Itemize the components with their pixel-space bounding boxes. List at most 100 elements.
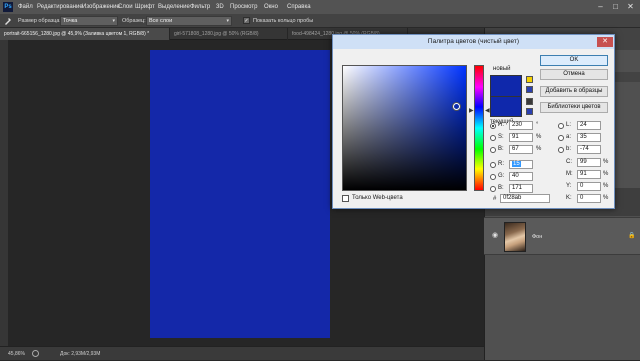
menu-3d[interactable]: 3D [216,0,224,14]
status-bar: 45,86% Док: 2,93М/2,93М [0,346,484,360]
menu-file[interactable]: Файл [18,0,33,14]
a-label: a: [566,134,572,140]
m-unit: % [603,171,609,177]
b-unit: % [536,146,542,152]
hue-slider-left-arrow-icon[interactable]: ▶ [469,108,474,114]
layer-thumbnail [504,222,526,252]
menu-image[interactable]: Изображение [82,0,120,14]
l-label: L: [566,122,572,128]
menu-view[interactable]: Просмотр [230,0,257,14]
menu-help[interactable]: Справка [287,0,311,14]
add-to-swatches-button[interactable]: Добавить в образцы [540,86,608,97]
sample-select[interactable]: Все слои [146,16,232,26]
hue-slider[interactable] [474,65,484,191]
k-field[interactable]: 0 [577,194,601,203]
h-label: H: [498,122,504,128]
k-unit: % [603,195,609,201]
document-canvas[interactable] [150,50,330,338]
b-rgb-field[interactable]: 171 [509,184,533,193]
menu-type[interactable]: Шрифт [135,0,155,14]
tab-portrait[interactable]: portrait-665156_1280.jpg @ 45,9% (Заливк… [0,28,170,40]
show-ring-label: Показать кольцо пробы [253,18,314,24]
maximize-icon[interactable]: □ [611,2,620,11]
web-safe-cube-icon[interactable] [526,98,533,105]
menu-layers[interactable]: Слои [118,0,133,14]
c-unit: % [603,159,609,165]
tools-panel [0,40,8,346]
document-size: Док: 2,93М/2,93М [60,351,101,357]
lock-icon: 🔒 [628,233,636,239]
l-radio[interactable] [558,123,564,129]
m-field[interactable]: 91 [577,170,601,179]
current-color-swatch[interactable] [490,96,522,117]
status-info-icon [32,350,39,357]
b-field[interactable]: 67 [509,145,533,154]
hex-label: # [493,196,497,202]
tab-girl[interactable]: girl-571808_1280.jpg @ 50% (RGB/8) [170,28,288,40]
show-ring-checkbox[interactable]: ✓ [243,17,250,24]
g-field[interactable]: 40 [509,172,533,181]
r-label: R: [498,161,504,167]
s-radio[interactable] [490,135,496,141]
r-radio[interactable] [490,162,496,168]
cancel-button[interactable]: Отмена [540,69,608,80]
k-label: K: [566,195,572,201]
y-field[interactable]: 0 [577,182,601,191]
menu-edit[interactable]: Редактирование [37,0,83,14]
web-colors-only-label: Только Web-цвета [352,195,403,201]
h-field[interactable]: 230 [509,121,533,130]
layer-name[interactable]: Фон [532,218,542,256]
photoshop-logo: Ps [3,2,13,12]
minimize-icon[interactable]: – [596,2,605,11]
y-unit: % [603,183,609,189]
menu-select[interactable]: Выделение [158,0,190,14]
eyedropper-tool-icon[interactable] [4,17,12,25]
layer-row[interactable]: ◉ Фон 🔒 [484,217,640,255]
color-picker-dialog: Палитра цветов (чистый цвет) ✕ ▶ ◀ новый… [332,34,615,209]
web-colors-only-checkbox[interactable] [342,195,349,202]
out-of-gamut-warning-icon[interactable] [526,76,533,83]
b-radio[interactable] [490,147,496,153]
h-unit: ° [536,122,539,128]
s-unit: % [536,134,542,140]
s-label: S: [498,134,504,140]
g-label: G: [498,173,505,179]
dialog-title: Палитра цветов (чистый цвет) [333,35,614,49]
ok-button[interactable]: OK [540,55,608,66]
y-label: Y: [566,183,572,189]
h-radio[interactable] [490,123,496,129]
sample-size-select[interactable]: Точка [60,16,118,26]
menu-bar: Ps Файл Редактирование Изображение Слои … [0,0,640,14]
l-field[interactable]: 24 [577,121,601,130]
saturation-brightness-field[interactable] [342,65,467,191]
b-rgb-radio[interactable] [490,186,496,192]
b-lab-radio[interactable] [558,147,564,153]
gamut-swatch-icon[interactable] [526,86,533,93]
color-libraries-button[interactable]: Библиотеки цветов [540,102,608,113]
r-field-value: 15 [512,161,521,167]
a-field[interactable]: 35 [577,133,601,142]
b-label: B: [498,146,504,152]
close-icon[interactable]: ✕ [597,37,613,47]
close-icon[interactable]: ✕ [626,2,635,11]
new-color-swatch [490,75,522,96]
b-lab-field[interactable]: -74 [577,145,601,154]
s-field[interactable]: 91 [509,133,533,142]
b-rgb-label: B: [498,185,504,191]
color-cursor[interactable] [453,103,460,110]
m-label: M: [566,171,573,177]
r-field[interactable]: 15 [509,160,533,169]
c-field[interactable]: 99 [577,158,601,167]
g-radio[interactable] [490,174,496,180]
web-safe-swatch-icon[interactable] [526,108,533,115]
hex-field[interactable]: 0f28ab [500,194,550,203]
b-lab-label: b: [566,146,572,152]
options-bar: Размер образца: Точка Образец: Все слои … [0,14,640,28]
menu-window[interactable]: Окно [264,0,278,14]
zoom-level[interactable]: 45,86% [8,347,25,361]
menu-filter[interactable]: Фильтр [190,0,210,14]
a-radio[interactable] [558,135,564,141]
eye-icon[interactable]: ◉ [492,232,500,240]
hue-slider-right-arrow-icon[interactable]: ◀ [485,108,490,114]
sample-label: Образец: [122,18,146,24]
